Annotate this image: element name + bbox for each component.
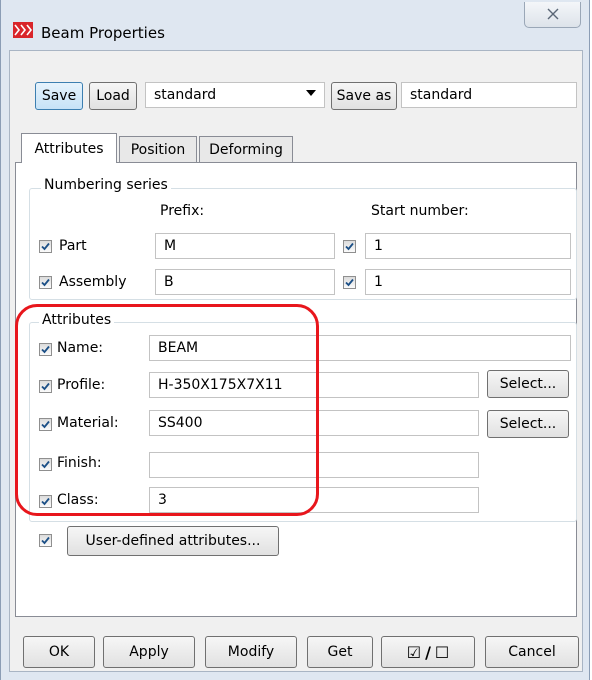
assembly-checkbox[interactable]	[39, 276, 52, 289]
beam-properties-window: Beam Properties Save Load standard Save …	[0, 0, 590, 680]
modify-button[interactable]: Modify	[205, 636, 297, 668]
preset-dropdown-value: standard	[154, 87, 217, 103]
numbering-series-legend: Numbering series	[41, 177, 171, 193]
ok-button[interactable]: OK	[23, 636, 95, 668]
toggle-all-checkboxes-button[interactable]: ☑ / ☐	[381, 636, 475, 668]
name-input[interactable]: BEAM	[149, 335, 571, 361]
start-number-header: Start number:	[371, 203, 469, 219]
material-select-button[interactable]: Select...	[487, 410, 569, 438]
close-icon	[547, 6, 559, 24]
window-title: Beam Properties	[41, 24, 165, 42]
tab-attributes[interactable]: Attributes	[21, 133, 117, 163]
save-as-input[interactable]: standard	[401, 82, 577, 108]
material-checkbox[interactable]	[39, 418, 52, 431]
unchecked-box-icon: ☐	[434, 642, 450, 662]
assembly-prefix-input[interactable]: B	[155, 269, 335, 295]
title-bar[interactable]: Beam Properties	[1, 0, 591, 50]
profile-select-button[interactable]: Select...	[487, 370, 569, 398]
toggle-separator: /	[425, 642, 431, 662]
finish-label: Finish:	[57, 455, 102, 471]
part-prefix-input[interactable]: M	[155, 233, 335, 259]
save-as-button[interactable]: Save as	[331, 82, 397, 110]
apply-button[interactable]: Apply	[103, 636, 195, 668]
close-button[interactable]	[524, 2, 581, 28]
part-start-checkbox[interactable]	[343, 240, 356, 253]
user-defined-attributes-button[interactable]: User-defined attributes...	[67, 526, 279, 556]
load-button[interactable]: Load	[89, 82, 137, 110]
material-label: Material:	[57, 415, 119, 431]
profile-label: Profile:	[57, 377, 106, 393]
app-icon	[13, 22, 33, 38]
class-input[interactable]: 3	[149, 487, 479, 513]
finish-checkbox[interactable]	[39, 458, 52, 471]
part-start-number-input[interactable]: 1	[365, 233, 571, 259]
name-checkbox[interactable]	[39, 343, 52, 356]
checked-box-icon: ☑	[406, 642, 422, 662]
preset-dropdown[interactable]: standard	[145, 82, 325, 108]
save-button[interactable]: Save	[35, 82, 83, 110]
assembly-label: Assembly	[59, 274, 127, 290]
user-defined-checkbox[interactable]	[39, 534, 52, 547]
chevron-down-icon	[306, 90, 316, 96]
cancel-button[interactable]: Cancel	[485, 636, 579, 668]
class-checkbox[interactable]	[39, 495, 52, 508]
get-button[interactable]: Get	[307, 636, 373, 668]
assembly-start-checkbox[interactable]	[343, 276, 356, 289]
prefix-header: Prefix:	[160, 203, 205, 219]
name-label: Name:	[57, 340, 104, 356]
part-checkbox[interactable]	[39, 240, 52, 253]
profile-checkbox[interactable]	[39, 380, 52, 393]
material-input[interactable]: SS400	[149, 410, 479, 436]
tab-deforming[interactable]: Deforming	[199, 136, 293, 163]
tab-position[interactable]: Position	[119, 136, 197, 163]
finish-input[interactable]	[149, 452, 479, 478]
attributes-legend: Attributes	[39, 312, 115, 328]
class-label: Class:	[57, 492, 99, 508]
profile-input[interactable]: H-350X175X7X11	[149, 372, 479, 398]
assembly-start-number-input[interactable]: 1	[365, 269, 571, 295]
part-label: Part	[59, 238, 87, 254]
